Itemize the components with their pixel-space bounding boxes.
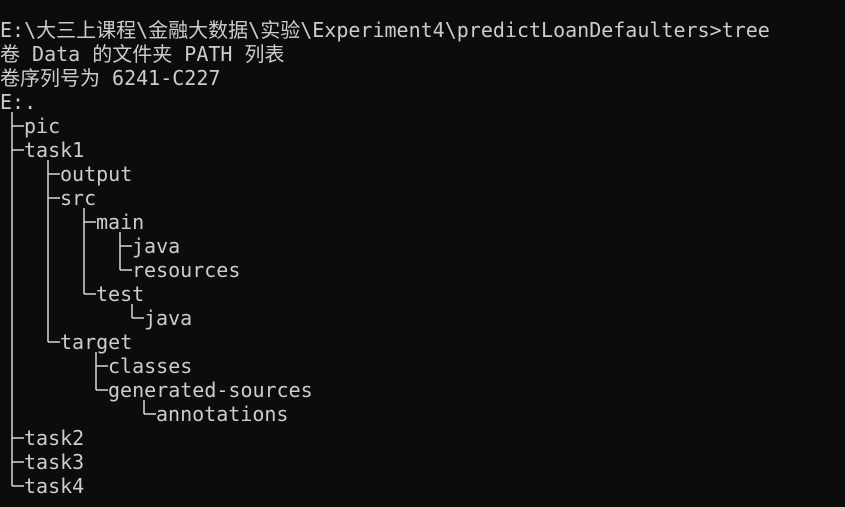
terminal-window[interactable]: E:\大三上课程\金融大数据\实验\Experiment4\predictLoa… (0, 0, 845, 507)
tree-item-target: target (60, 330, 133, 354)
tree-item-output: output (60, 162, 133, 186)
tree-item-generated-sources: generated-sources (108, 378, 313, 402)
tree-item-resources: resources (132, 258, 241, 282)
tree-item-main-java: java (132, 234, 181, 258)
tree-item-annotations: annotations (156, 402, 289, 426)
tree-item-classes: classes (108, 354, 193, 378)
volume-label-line: 卷 Data 的文件夹 PATH 列表 (0, 42, 285, 66)
tree-item-task2: task2 (24, 426, 85, 450)
tree-item-test: test (96, 282, 145, 306)
tree-item-pic: pic (24, 114, 61, 138)
tree-item-task1: task1 (24, 138, 85, 162)
tree-item-task4: task4 (24, 474, 85, 498)
tree-item-task3: task3 (24, 450, 85, 474)
command-line: E:\大三上课程\金融大数据\实验\Experiment4\predictLoa… (0, 18, 770, 42)
tree-root: E:. (0, 90, 37, 114)
tree-item-src: src (60, 186, 97, 210)
tree-item-main: main (96, 210, 145, 234)
volume-serial-line: 卷序列号为 6241-C227 (0, 66, 221, 90)
tree-item-test-java: java (144, 306, 193, 330)
